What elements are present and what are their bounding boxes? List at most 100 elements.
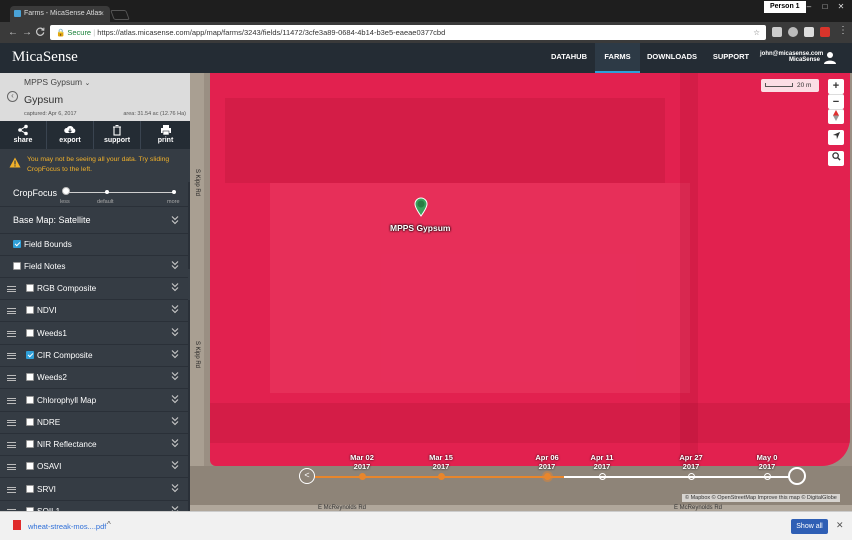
- drag-handle-icon[interactable]: [7, 330, 16, 337]
- checkbox[interactable]: [26, 284, 34, 292]
- maximize-icon[interactable]: □: [818, 1, 832, 13]
- drag-handle-icon[interactable]: [7, 397, 16, 404]
- farm-select[interactable]: MPPS Gypsum ⌄: [24, 77, 90, 87]
- layer-row[interactable]: Weeds1: [0, 323, 190, 345]
- zoom-in-button[interactable]: +: [828, 79, 844, 94]
- timeline-date-label[interactable]: May 0 2017: [747, 453, 787, 471]
- minimize-icon[interactable]: –: [802, 1, 816, 13]
- drag-handle-icon[interactable]: [7, 286, 16, 292]
- checkbox[interactable]: [13, 240, 21, 248]
- layer-row[interactable]: Chlorophyll Map: [0, 390, 190, 412]
- layer-row[interactable]: NDVI: [0, 300, 190, 323]
- layer-row[interactable]: CIR Composite: [0, 345, 190, 367]
- double-chevron-down-icon[interactable]: [171, 260, 179, 270]
- option-field-bounds[interactable]: Field Bounds: [0, 234, 190, 256]
- export-button[interactable]: export: [47, 121, 94, 149]
- timeline-prev-button[interactable]: <: [299, 468, 315, 484]
- cropfocus-stop[interactable]: [105, 190, 109, 194]
- layer-row[interactable]: OSAVI: [0, 456, 190, 479]
- layer-row[interactable]: SOIL1: [0, 501, 190, 511]
- drag-handle-icon[interactable]: [7, 442, 16, 449]
- window-close-icon[interactable]: ✕: [834, 1, 848, 13]
- checkbox[interactable]: [26, 328, 34, 337]
- cropfocus-handle[interactable]: [62, 187, 70, 195]
- extension-icon[interactable]: [772, 27, 782, 37]
- nav-datahub[interactable]: DATAHUB: [543, 43, 595, 73]
- double-chevron-down-icon[interactable]: [171, 438, 179, 448]
- double-chevron-down-icon[interactable]: [171, 483, 179, 493]
- user-info[interactable]: john@micasense.com MicaSense: [760, 51, 823, 63]
- bookmark-star-icon[interactable]: ☆: [753, 25, 760, 40]
- timeline-date-label[interactable]: Apr 06 2017: [527, 453, 567, 471]
- checkbox[interactable]: [26, 440, 34, 449]
- timeline-date-dot[interactable]: [599, 473, 606, 480]
- checkbox[interactable]: [26, 484, 34, 493]
- checkbox[interactable]: [26, 462, 34, 471]
- double-chevron-down-icon[interactable]: [171, 215, 179, 225]
- chevron-up-icon[interactable]: ^: [107, 520, 111, 529]
- drag-handle-icon[interactable]: [7, 375, 16, 382]
- user-avatar-icon[interactable]: [823, 51, 837, 65]
- field-marker-pin-icon[interactable]: [414, 197, 428, 217]
- double-chevron-down-icon[interactable]: [171, 416, 179, 426]
- share-button[interactable]: share: [0, 121, 47, 149]
- show-all-button[interactable]: Show all: [791, 519, 828, 534]
- double-chevron-down-icon[interactable]: [171, 327, 179, 337]
- timeline-date-label[interactable]: Apr 27 2017: [671, 453, 711, 471]
- timeline-next-button[interactable]: [788, 467, 806, 485]
- extension-icon[interactable]: [804, 27, 814, 37]
- micasense-logo[interactable]: MicaSense: [12, 49, 78, 66]
- drag-handle-icon[interactable]: [7, 464, 16, 471]
- timeline-date-dot[interactable]: [438, 473, 445, 480]
- drag-handle-icon[interactable]: [7, 486, 16, 493]
- profile-button[interactable]: Person 1: [764, 1, 806, 13]
- layer-row[interactable]: RGB Composite: [0, 278, 190, 300]
- nav-downloads[interactable]: DOWNLOADS: [640, 43, 704, 73]
- new-tab-button[interactable]: [110, 10, 130, 20]
- checkbox[interactable]: [26, 373, 34, 382]
- checkbox[interactable]: [13, 262, 21, 270]
- forward-arrow-icon[interactable]: →: [22, 27, 32, 38]
- support-button[interactable]: support: [94, 121, 141, 149]
- timeline-date-label[interactable]: Mar 15 2017: [421, 453, 461, 471]
- double-chevron-down-icon[interactable]: [171, 282, 179, 292]
- pdf-extension-icon[interactable]: [820, 27, 830, 37]
- download-file-name[interactable]: wheat-streak-mos....pdf: [28, 522, 106, 531]
- timeline-date-label[interactable]: Mar 02 2017: [342, 453, 382, 471]
- double-chevron-down-icon[interactable]: [171, 349, 179, 359]
- timeline-date-dot[interactable]: [688, 473, 695, 480]
- back-arrow-icon[interactable]: ←: [8, 27, 18, 38]
- basemap-selector[interactable]: Base Map: Satellite: [0, 207, 190, 234]
- drag-handle-icon[interactable]: [7, 308, 16, 315]
- reload-icon[interactable]: [36, 27, 45, 39]
- locate-button[interactable]: [828, 130, 844, 145]
- map-attribution[interactable]: © Mapbox © OpenStreetMap Improve this ma…: [682, 494, 840, 502]
- timeline-date-dot[interactable]: [544, 473, 551, 480]
- map-view[interactable]: S Kipp Rd S Kipp Rd E McReynolds Rd E Mc…: [190, 73, 852, 511]
- checkbox[interactable]: [26, 306, 34, 315]
- cropfocus-track[interactable]: [66, 192, 174, 193]
- map-search-button[interactable]: [828, 151, 844, 166]
- tab-close-icon[interactable]: ×: [99, 9, 104, 18]
- checkbox[interactable]: [26, 395, 34, 404]
- layer-row[interactable]: NIR Reflectance: [0, 434, 190, 457]
- timeline-date-dot[interactable]: [764, 473, 771, 480]
- drag-handle-icon[interactable]: [7, 419, 16, 426]
- timeline-date-label[interactable]: Apr 11 2017: [582, 453, 622, 471]
- double-chevron-down-icon[interactable]: [171, 371, 179, 381]
- double-chevron-down-icon[interactable]: [171, 460, 179, 470]
- double-chevron-down-icon[interactable]: [171, 394, 179, 404]
- drag-handle-icon[interactable]: [7, 352, 16, 359]
- url-input[interactable]: 🔒 Secure | https://atlas.micasense.com/ap…: [50, 25, 766, 40]
- layer-row[interactable]: Weeds2: [0, 367, 190, 390]
- zoom-out-button[interactable]: −: [828, 94, 844, 109]
- compass-button[interactable]: [828, 109, 844, 124]
- extension-icon[interactable]: [788, 27, 798, 37]
- timeline-date-dot[interactable]: [359, 473, 366, 480]
- close-downloads-icon[interactable]: ✕: [836, 520, 844, 531]
- back-circle-icon[interactable]: ‹: [7, 91, 18, 102]
- cropfocus-stop[interactable]: [172, 190, 176, 194]
- nav-support[interactable]: SUPPORT: [704, 43, 758, 73]
- print-button[interactable]: print: [141, 121, 190, 149]
- checkbox[interactable]: [26, 417, 34, 426]
